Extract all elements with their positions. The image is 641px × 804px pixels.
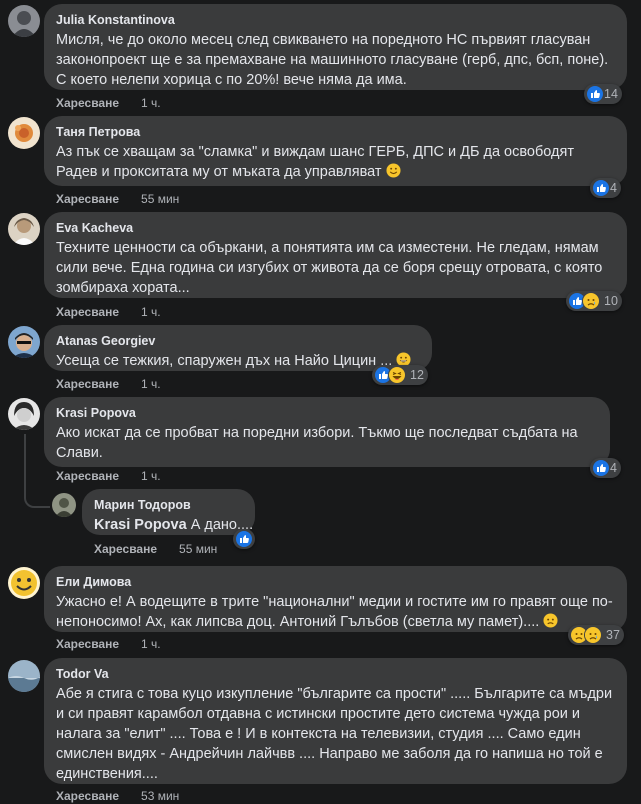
smile-emoji-icon [386, 163, 401, 184]
avatar[interactable] [52, 493, 76, 517]
like-button[interactable]: Харесване [56, 637, 119, 651]
reaction-count: 4 [610, 181, 617, 195]
reaction-summary[interactable]: 4 [590, 178, 621, 198]
avatar[interactable] [8, 213, 40, 245]
reply-bubble: Марин Тодоров Krasi Popova А дано.... [82, 489, 255, 535]
like-button[interactable]: Харесване [56, 305, 119, 319]
reaction-summary[interactable]: 10 [566, 291, 622, 311]
comment-timestamp[interactable]: 1 ч. [141, 305, 161, 319]
comment-actions: Харесване 1 ч. [56, 468, 161, 484]
comment-actions: Харесване 1 ч. [56, 376, 161, 392]
like-button[interactable]: Харесване [56, 96, 119, 110]
reaction-summary[interactable]: 12 [372, 365, 428, 385]
avatar[interactable] [8, 398, 40, 430]
comment-actions: Харесване 53 мин [56, 788, 179, 804]
reaction-summary[interactable]: 14 [584, 84, 622, 104]
reaction-summary[interactable] [233, 529, 255, 549]
like-button[interactable]: Харесване [56, 377, 119, 391]
comment-bubble: Eva Kacheva Техните ценности са объркани… [44, 212, 627, 298]
reply-thread-line [24, 434, 50, 508]
reaction-summary[interactable]: 37 [568, 625, 624, 645]
comment-actions: Харесване 55 мин [56, 191, 179, 207]
mention-link[interactable]: Krasi Popova [94, 517, 187, 533]
comment-text: Аз пък се хващам за "сламка" и виждам ша… [56, 142, 615, 184]
reaction-count: 14 [604, 87, 618, 101]
comment-text: Ужасно е! А водещите в трите "национални… [56, 592, 615, 634]
reaction-count: 10 [604, 294, 618, 308]
reaction-count: 4 [610, 461, 617, 475]
avatar[interactable] [8, 660, 40, 692]
comment-author[interactable]: Ели Димова [56, 574, 615, 590]
comment-text: Усеща се тежкия, спаружен дъх на Найо Ци… [56, 351, 420, 373]
like-button[interactable]: Харесване [56, 192, 119, 206]
comment-text: Техните ценности са объркани, а понятият… [56, 240, 603, 296]
haha-reaction-icon [388, 366, 406, 384]
sad-reaction-icon [582, 292, 600, 310]
comment-actions: Харесване 1 ч. [56, 304, 161, 320]
comment-timestamp[interactable]: 1 ч. [141, 469, 161, 483]
like-reaction-icon [235, 530, 253, 548]
reaction-summary[interactable]: 4 [590, 458, 621, 478]
comment-text: Мисля, че до около месец след свикването… [56, 32, 609, 88]
like-button[interactable]: Харесване [56, 789, 119, 803]
avatar[interactable] [8, 5, 40, 37]
like-reaction-icon [586, 85, 604, 103]
comment-text: Krasi Popova А дано.... [94, 517, 254, 533]
comment-bubble: Таня Петрова Аз пък се хващам за "сламка… [44, 116, 627, 186]
comment-timestamp[interactable]: 1 ч. [141, 377, 161, 391]
avatar[interactable] [8, 117, 40, 149]
comment-author[interactable]: Eva Kacheva [56, 220, 615, 236]
avatar[interactable] [8, 567, 40, 599]
like-button[interactable]: Харесване [56, 469, 119, 483]
reaction-count: 37 [606, 628, 620, 642]
comment-timestamp[interactable]: 53 мин [141, 789, 179, 803]
comment-bubble: Ели Димова Ужасно е! А водещите в трите … [44, 566, 627, 632]
comment-bubble: Todor Va Абе я стига с това куцо изкупле… [44, 658, 627, 784]
comment-bubble: Krasi Popova Ако искат да се пробват на … [44, 397, 610, 467]
comment-text: Ако искат да се пробват на поредни избор… [56, 425, 578, 461]
comment-timestamp[interactable]: 55 мин [141, 192, 179, 206]
comment-actions: Харесване 1 ч. [56, 95, 161, 111]
comment-author[interactable]: Таня Петрова [56, 124, 615, 140]
like-button[interactable]: Харесване [94, 542, 157, 556]
sad-emoji-icon [543, 613, 558, 634]
comment-timestamp[interactable]: 1 ч. [141, 637, 161, 651]
comment-author[interactable]: Марин Тодоров [94, 497, 243, 513]
comment-actions: Харесване 1 ч. [56, 636, 161, 652]
comment-bubble: Julia Konstantinova Мисля, че до около м… [44, 4, 627, 90]
comment-author[interactable]: Krasi Popova [56, 405, 598, 421]
comment-author[interactable]: Julia Konstantinova [56, 12, 615, 28]
comment-author[interactable]: Atanas Georgiev [56, 333, 420, 349]
avatar[interactable] [8, 326, 40, 358]
comment-text: Абе я стига с това куцо изкупление "бълг… [56, 686, 613, 782]
like-reaction-icon [592, 179, 610, 197]
comment-author[interactable]: Todor Va [56, 666, 615, 682]
sad-reaction-icon [584, 626, 602, 644]
like-reaction-icon [592, 459, 610, 477]
comment-timestamp[interactable]: 1 ч. [141, 96, 161, 110]
comment-timestamp[interactable]: 55 мин [179, 542, 217, 556]
comment-bubble: Atanas Georgiev Усеща се тежкия, спаруже… [44, 325, 432, 371]
comment-actions: Харесване 55 мин [94, 541, 217, 557]
reaction-count: 12 [410, 368, 424, 382]
